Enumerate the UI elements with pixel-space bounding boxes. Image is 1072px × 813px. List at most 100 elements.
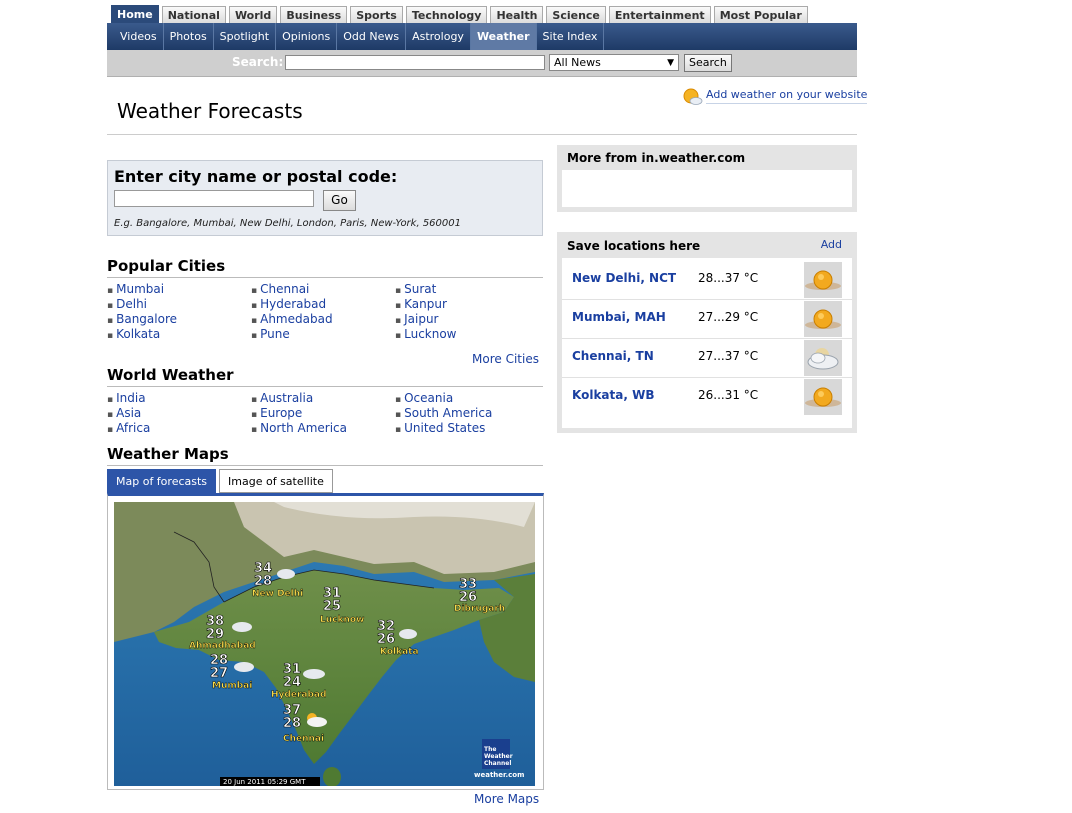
region-link[interactable]: ▪ Europe — [251, 406, 302, 420]
section-divider — [107, 386, 543, 387]
region-link[interactable]: ▪ Africa — [107, 421, 150, 435]
svg-text:Lucknow: Lucknow — [320, 615, 364, 625]
title-divider — [107, 134, 857, 135]
search-input[interactable] — [285, 55, 545, 70]
partly-cloudy-icon — [683, 88, 703, 105]
svg-text:New Delhi: New Delhi — [252, 589, 303, 599]
city-link[interactable]: ▪ Kanpur — [395, 297, 447, 311]
region-link[interactable]: ▪ Asia — [107, 406, 141, 420]
search-scope-select[interactable]: All News ▼ — [549, 54, 679, 71]
city-link[interactable]: ▪ Delhi — [107, 297, 147, 311]
region-link[interactable]: ▪ Australia — [251, 391, 313, 405]
go-button[interactable]: Go — [323, 190, 356, 211]
weather-map[interactable]: 34 28 New Delhi 31 25 Lucknow 33 26 Dibr… — [114, 502, 535, 786]
subnav-videos[interactable]: Videos — [107, 23, 164, 50]
saved-locations-box: Save locations here Add New Delhi, NCT 2… — [557, 232, 857, 433]
location-name[interactable]: Chennai, TN — [572, 349, 654, 363]
search-button[interactable]: Search — [684, 54, 732, 72]
tab-map-of-forecasts[interactable]: Map of forecasts — [107, 469, 217, 493]
subnav-opinions[interactable]: Opinions — [276, 23, 338, 50]
region-link[interactable]: ▪ South America — [395, 406, 492, 420]
add-location-link[interactable]: Add — [821, 238, 842, 251]
saved-locations-list: New Delhi, NCT 28...37 °C Mumbai, MAH 27… — [562, 258, 852, 428]
city-link[interactable]: ▪ Bangalore — [107, 312, 177, 326]
city-link[interactable]: ▪ Ahmedabad — [251, 312, 333, 326]
city-search-heading: Enter city name or postal code: — [114, 167, 398, 186]
subnav-site-index[interactable]: Site Index — [537, 23, 605, 50]
search-scope-value: All News — [554, 56, 601, 69]
location-name[interactable]: Mumbai, MAH — [572, 310, 666, 324]
svg-text:Mumbai: Mumbai — [212, 681, 252, 691]
location-temp: 27...37 °C — [698, 349, 759, 363]
city-link[interactable]: ▪ Lucknow — [395, 327, 457, 341]
tab-technology[interactable]: Technology — [405, 6, 488, 23]
location-name[interactable]: New Delhi, NCT — [572, 271, 676, 285]
location-name[interactable]: Kolkata, WB — [572, 388, 654, 402]
city-link[interactable]: ▪ Jaipur — [395, 312, 439, 326]
city-link[interactable]: ▪ Mumbai — [107, 282, 164, 296]
city-link[interactable]: ▪ Surat — [395, 282, 436, 296]
popular-cities-title: Popular Cities — [107, 257, 226, 275]
city-link[interactable]: ▪ Kolkata — [107, 327, 160, 341]
city-link[interactable]: ▪ Chennai — [251, 282, 309, 296]
city-search-input[interactable] — [114, 190, 314, 207]
region-link[interactable]: ▪ India — [107, 391, 146, 405]
subnav-weather[interactable]: Weather — [470, 23, 537, 50]
city-search-box: Enter city name or postal code: Go E.g. … — [107, 160, 543, 236]
location-row[interactable]: Kolkata, WB 26...31 °C — [562, 377, 852, 416]
city-link[interactable]: ▪ Hyderabad — [251, 297, 326, 311]
location-row[interactable]: New Delhi, NCT 28...37 °C — [562, 260, 852, 300]
saved-locations-title: Save locations here — [567, 239, 701, 253]
tab-business[interactable]: Business — [280, 6, 348, 23]
region-link[interactable]: ▪ North America — [251, 421, 347, 435]
more-from-box: More from in.weather.com — [557, 145, 857, 212]
sun-icon — [804, 379, 842, 415]
sun-icon — [804, 301, 842, 337]
more-from-title: More from in.weather.com — [567, 151, 746, 165]
tab-world[interactable]: World — [228, 6, 278, 23]
subnav-spotlight[interactable]: Spotlight — [214, 23, 277, 50]
more-cities-link[interactable]: More Cities — [472, 352, 539, 366]
location-temp: 28...37 °C — [698, 271, 759, 285]
tab-health[interactable]: Health — [490, 6, 544, 23]
logo-line: Channel — [484, 760, 511, 767]
location-temp: 26...31 °C — [698, 388, 759, 402]
location-row[interactable]: Chennai, TN 27...37 °C — [562, 338, 852, 378]
tab-most-popular[interactable]: Most Popular — [713, 6, 808, 23]
tab-image-of-satellite[interactable]: Image of satellite — [219, 469, 333, 493]
region-link[interactable]: ▪ United States — [395, 421, 485, 435]
svg-text:28: 28 — [283, 716, 301, 731]
add-weather-link[interactable]: Add weather on your website — [706, 88, 868, 104]
more-maps-link[interactable]: More Maps — [474, 792, 539, 806]
weather-maps-title: Weather Maps — [107, 445, 229, 463]
tab-home[interactable]: Home — [111, 5, 159, 23]
add-weather-link-wrap[interactable]: Add weather on your website — [681, 86, 868, 106]
main-tabs: Home National World Business Sports Tech… — [111, 5, 808, 23]
tab-science[interactable]: Science — [546, 6, 606, 23]
tab-national[interactable]: National — [161, 6, 226, 23]
tab-entertainment[interactable]: Entertainment — [608, 6, 711, 23]
svg-text:27: 27 — [210, 666, 228, 681]
cloudy-icon — [804, 340, 842, 376]
search-label: Search: — [232, 55, 284, 69]
svg-text:Chennai: Chennai — [283, 734, 324, 744]
subnav-astrology[interactable]: Astrology — [406, 23, 471, 50]
map-timestamp: 20 Jun 2011 05:29 GMT — [223, 778, 306, 786]
logo-url: weather.com — [474, 771, 524, 779]
map-tabs: Map of forecasts Image of satellite — [107, 469, 333, 493]
tab-sports[interactable]: Sports — [350, 6, 403, 23]
svg-text:28: 28 — [254, 574, 272, 589]
location-temp: 27...29 °C — [698, 310, 759, 324]
subnav-odd-news[interactable]: Odd News — [337, 23, 407, 50]
region-link[interactable]: ▪ Oceania — [395, 391, 453, 405]
svg-text:26: 26 — [459, 590, 477, 605]
svg-text:25: 25 — [323, 599, 341, 614]
subnav-photos[interactable]: Photos — [164, 23, 214, 50]
location-row[interactable]: Mumbai, MAH 27...29 °C — [562, 299, 852, 339]
city-link[interactable]: ▪ Pune — [251, 327, 290, 341]
sub-nav: Videos Photos Spotlight Opinions Odd New… — [107, 23, 857, 50]
svg-text:Dibrugarh: Dibrugarh — [454, 604, 505, 614]
sun-icon — [804, 262, 842, 298]
svg-text:26: 26 — [377, 632, 395, 647]
logo-line: The — [484, 746, 496, 753]
